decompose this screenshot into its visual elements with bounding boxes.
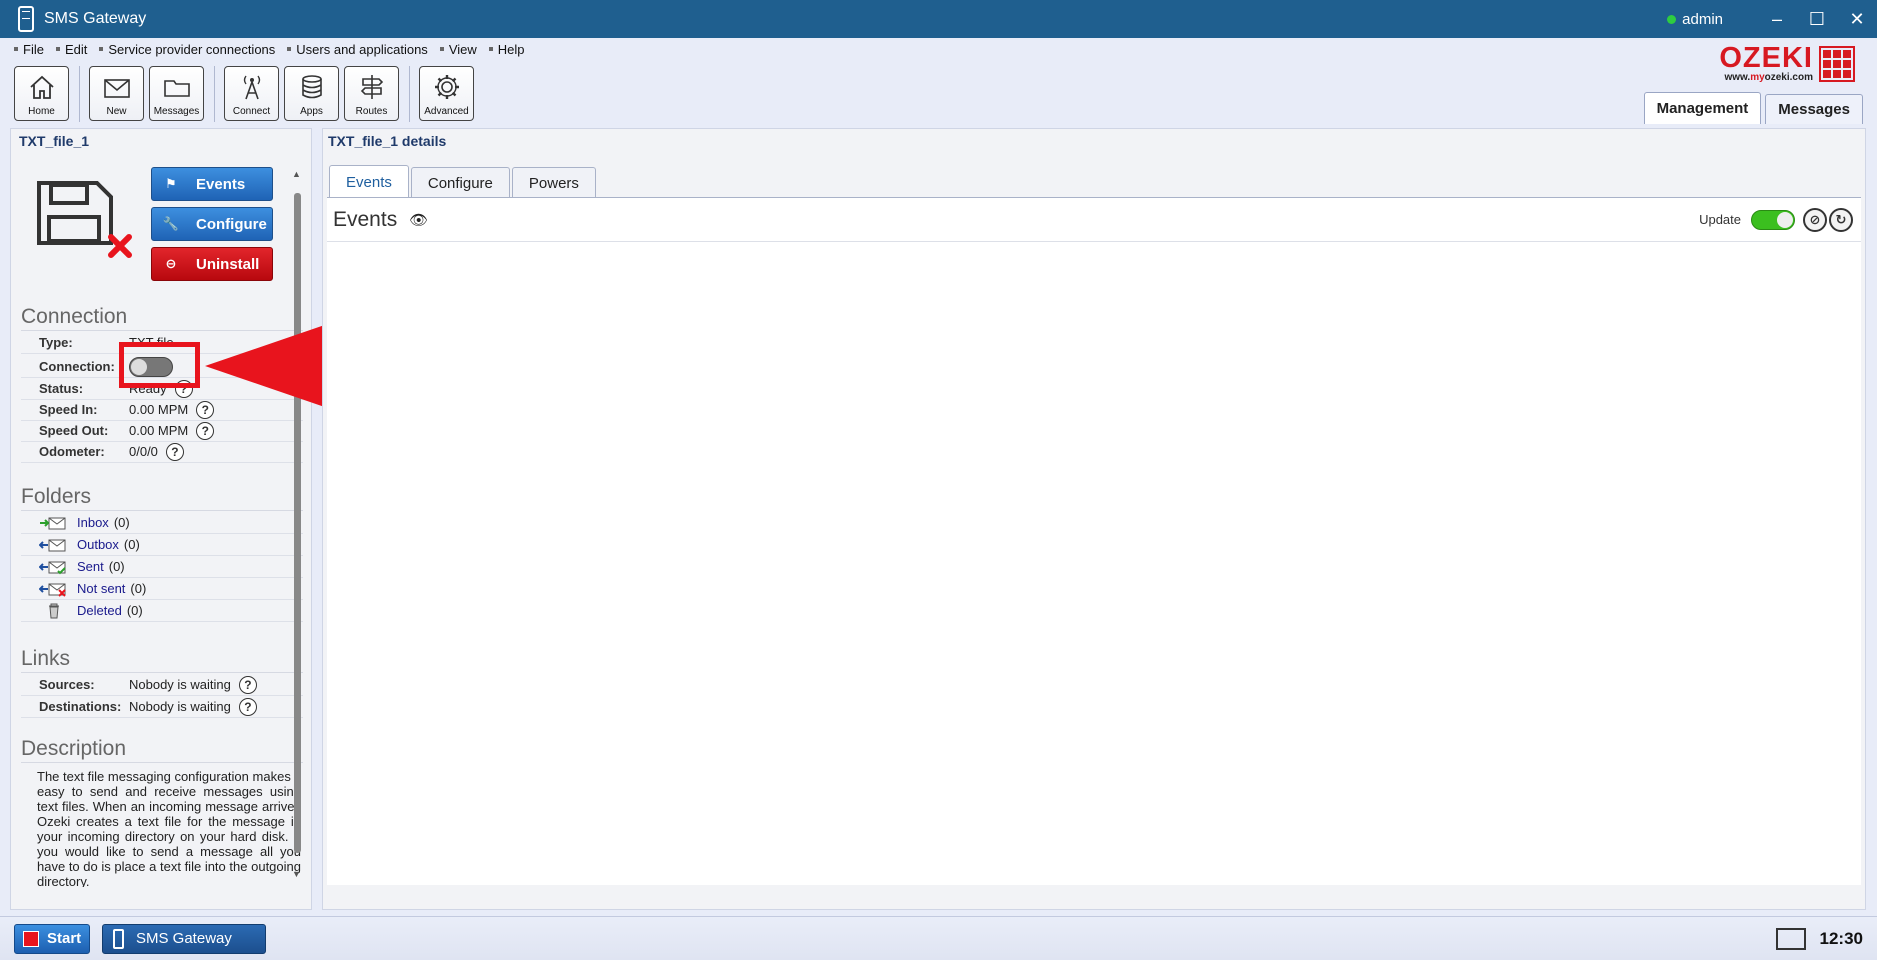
- destinations-help-icon[interactable]: ?: [238, 697, 257, 716]
- speed-out-row: Speed Out: 0.00 MPM?: [21, 420, 303, 442]
- update-label: Update: [1699, 212, 1741, 227]
- main-tabs: Management Messages: [1640, 92, 1863, 124]
- apps-button[interactable]: Apps: [284, 66, 339, 121]
- floppy-disk-icon: [37, 181, 132, 258]
- phone-icon: [113, 928, 124, 949]
- connect-button[interactable]: Connect: [224, 66, 279, 121]
- trash-icon: [49, 603, 59, 618]
- clock: 12:30: [1819, 928, 1863, 948]
- folder-outbox[interactable]: Outbox (0): [21, 534, 303, 556]
- folder-not-sent[interactable]: Not sent (0): [21, 578, 303, 600]
- close-button[interactable]: ✕: [1837, 9, 1877, 30]
- links-heading: Links: [21, 647, 303, 673]
- update-toggle[interactable]: [1751, 209, 1795, 230]
- database-icon: [301, 75, 322, 99]
- connection-name: TXT_file_1: [19, 133, 90, 149]
- events-title: Events: [333, 207, 398, 231]
- configure-button[interactable]: 🔧 Configure: [151, 207, 273, 241]
- destinations-row: Destinations: Nobody is waiting?: [21, 696, 303, 718]
- flag-icon: ⚑: [165, 176, 177, 191]
- menu-view[interactable]: View: [440, 42, 477, 57]
- maximize-button[interactable]: ☐: [1797, 9, 1837, 30]
- description-heading: Description: [21, 737, 303, 763]
- tab-events[interactable]: Events: [329, 165, 409, 198]
- toolbar: Home New Messages Connect Apps Routes Ad…: [14, 66, 479, 122]
- eye-icon[interactable]: 👁: [409, 211, 428, 229]
- speed-out-help-icon[interactable]: ?: [196, 421, 215, 440]
- sidebar-scrollbar[interactable]: ▲ ▼: [291, 169, 303, 879]
- refresh-icon[interactable]: ↻: [1829, 207, 1853, 232]
- toolbar-separator: [214, 66, 215, 122]
- home-icon: [29, 75, 54, 99]
- messages-button[interactable]: Messages: [149, 66, 204, 121]
- gear-icon: [434, 75, 459, 99]
- monitor-icon[interactable]: [1775, 927, 1806, 950]
- sources-row: Sources: Nobody is waiting?: [21, 674, 303, 696]
- folder-deleted[interactable]: Deleted (0): [21, 600, 303, 622]
- details-title: TXT_file_1 details: [328, 133, 447, 149]
- tab-configure[interactable]: Configure: [410, 167, 510, 198]
- user-name[interactable]: admin: [1682, 11, 1723, 28]
- routes-button[interactable]: Routes: [344, 66, 399, 121]
- routes-signpost-icon: [360, 75, 383, 99]
- clear-events-icon[interactable]: ⊘: [1803, 207, 1827, 232]
- description-text: The text file messaging configuration ma…: [37, 769, 301, 887]
- new-button[interactable]: New: [89, 66, 144, 121]
- not-sent-icon: [39, 583, 66, 597]
- taskbar-sms-gateway[interactable]: SMS Gateway: [102, 923, 266, 954]
- tab-powers[interactable]: Powers: [511, 167, 596, 198]
- window-title: SMS Gateway: [44, 10, 147, 27]
- events-header: Events 👁 Update ⊘ ↻: [327, 198, 1861, 242]
- uninstall-button[interactable]: ⊖ Uninstall: [151, 247, 273, 281]
- events-content: Events 👁 Update ⊘ ↻: [327, 197, 1861, 885]
- txt-file-connection-icon: [35, 177, 135, 267]
- menu-service-provider-connections[interactable]: Service provider connections: [99, 42, 275, 57]
- online-status-icon: [1667, 14, 1677, 24]
- menu-file[interactable]: File: [14, 42, 44, 57]
- sent-icon: [39, 561, 66, 574]
- details-tabs: Events Configure Powers: [329, 165, 598, 198]
- connection-sidebar: TXT_file_1 ⚑ Events 🔧 Configure ⊖ Uninstall…: [10, 128, 312, 910]
- tab-messages[interactable]: Messages: [1765, 94, 1863, 124]
- home-button[interactable]: Home: [14, 66, 69, 121]
- title-bar: SMS Gateway admin – ☐ ✕: [0, 0, 1877, 38]
- inbox-icon: [40, 517, 66, 529]
- details-panel: TXT_file_1 details Events Configure Powe…: [322, 128, 1866, 910]
- menu-help[interactable]: Help: [489, 42, 525, 57]
- scroll-down-arrow-icon[interactable]: ▼: [292, 869, 301, 879]
- folder-inbox[interactable]: Inbox (0): [21, 512, 303, 534]
- folder-sent[interactable]: Sent (0): [21, 556, 303, 578]
- sms-gateway-app-icon: [18, 6, 34, 32]
- scroll-up-arrow-icon[interactable]: ▲: [292, 169, 301, 179]
- folder-icon: [163, 80, 190, 97]
- antenna-icon: [243, 75, 260, 100]
- menu-bar: File Edit Service provider connections U…: [0, 38, 1877, 60]
- scrollbar-thumb[interactable]: [294, 193, 301, 853]
- wrench-icon: 🔧: [162, 216, 180, 231]
- start-button[interactable]: Start: [14, 923, 90, 954]
- uninstall-icon: ⊖: [165, 256, 177, 271]
- tab-management[interactable]: Management: [1643, 92, 1762, 124]
- ozeki-logo: OZEKI www.myozeki.com: [1719, 44, 1855, 83]
- odometer-row: Odometer: 0/0/0?: [21, 441, 303, 463]
- outbox-icon: [39, 539, 66, 551]
- ozeki-grid-icon: [1819, 45, 1855, 82]
- folders-heading: Folders: [21, 485, 303, 511]
- toolbar-separator: [79, 66, 80, 122]
- taskbar: Start SMS Gateway 12:30: [0, 916, 1877, 960]
- toolbar-separator: [409, 66, 410, 122]
- start-grid-icon: [23, 930, 39, 947]
- events-button[interactable]: ⚑ Events: [151, 167, 273, 201]
- new-message-icon: [103, 79, 130, 98]
- minimize-button[interactable]: –: [1757, 9, 1797, 30]
- advanced-button[interactable]: Advanced: [419, 66, 474, 121]
- menu-edit[interactable]: Edit: [56, 42, 87, 57]
- sources-help-icon[interactable]: ?: [238, 675, 257, 694]
- odometer-help-icon[interactable]: ?: [165, 442, 184, 461]
- connection-toggle-highlight: [119, 342, 200, 388]
- menu-users-and-applications[interactable]: Users and applications: [287, 42, 428, 57]
